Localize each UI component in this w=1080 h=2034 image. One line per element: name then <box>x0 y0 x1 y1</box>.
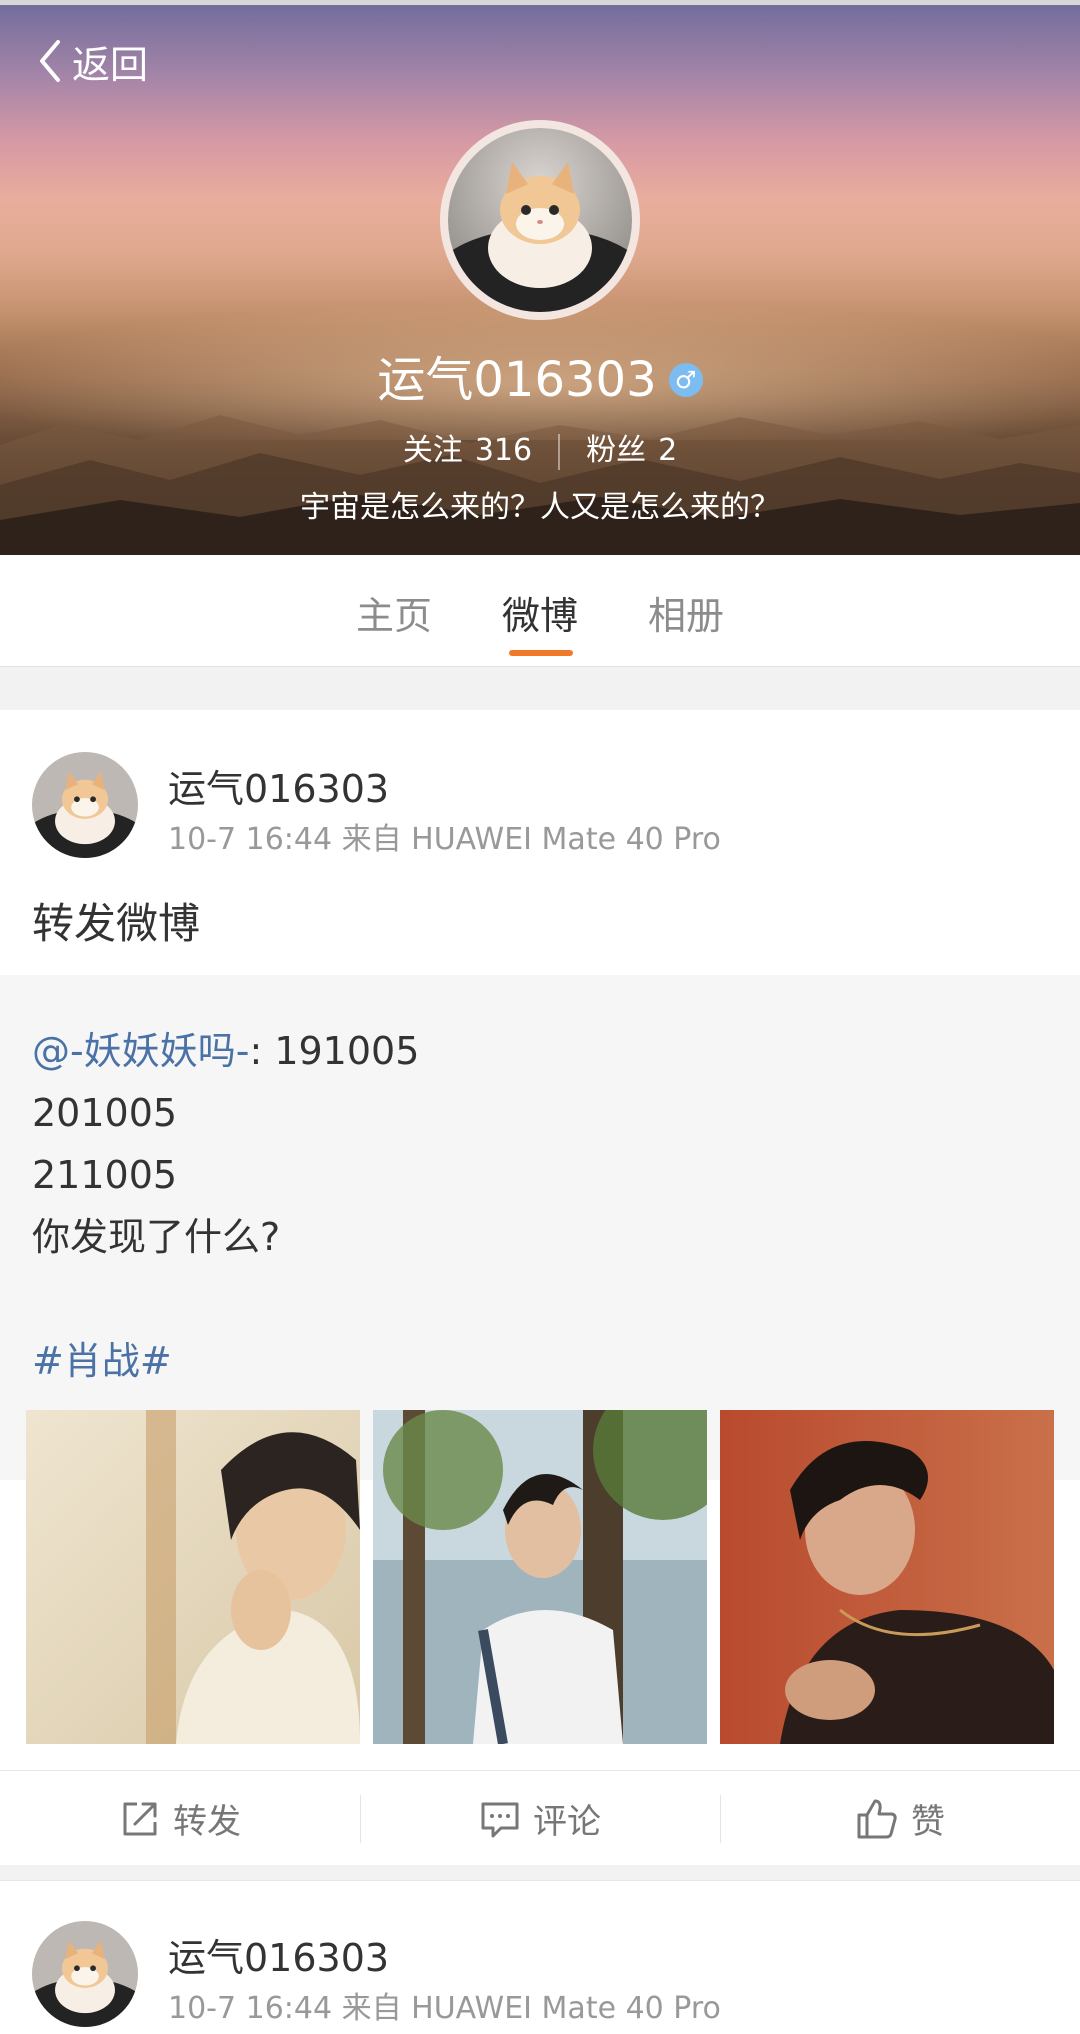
photo-person-1 <box>26 1410 360 1744</box>
comment-button[interactable]: 评论 <box>360 1771 720 1866</box>
profile-stats: 关注 316 粉丝 2 <box>0 425 1080 470</box>
chevron-left-icon <box>40 40 60 82</box>
profile-bio: 宇宙是怎么来的？人又是怎么来的？ <box>300 490 780 525</box>
like-button[interactable]: 赞 <box>720 1771 1080 1866</box>
following-label: 关注 <box>402 433 463 468</box>
status-line <box>0 0 1080 5</box>
followers-count: 2 <box>658 433 678 468</box>
mention-link[interactable]: @-妖妖妖吗- <box>32 1029 249 1073</box>
tab-home[interactable]: 主页 <box>356 585 432 640</box>
post-meta: 10-7 16:44 来自 HUAWEI Mate 40 Pro <box>168 822 721 857</box>
followers-label: 粉丝 <box>586 433 647 468</box>
repost-button[interactable]: 转发 <box>0 1771 360 1866</box>
image-thumbnail-3[interactable] <box>720 1410 1054 1744</box>
profile-avatar[interactable] <box>440 120 640 320</box>
post-actions: 转发 评论 赞 <box>0 1770 1080 1865</box>
cat-avatar-image <box>32 1921 138 2027</box>
active-tab-indicator <box>509 650 573 656</box>
image-grid <box>26 1410 1054 1744</box>
tab-album[interactable]: 相册 <box>648 585 724 640</box>
avatar[interactable] <box>32 1921 138 2027</box>
repost-line-4: 你发现了什么? <box>32 1215 281 1259</box>
back-label: 返回 <box>72 42 149 87</box>
cat-avatar-image <box>448 128 632 312</box>
feed-post[interactable]: 运气016303 10-7 16:44 来自 HUAWEI Mate 40 Pr… <box>0 1880 1080 2034</box>
comment-label: 评论 <box>533 1802 601 1842</box>
repost-line-1-rest: : 191005 <box>249 1029 420 1073</box>
photo-person-3 <box>720 1410 1054 1744</box>
profile-header: 返回 运气016303 ♂ 关注 316 粉丝 2 宇宙是怎么来的？人又是怎么来… <box>0 0 1080 555</box>
post-author[interactable]: 运气016303 <box>168 758 389 813</box>
repost-line-1: @-妖妖妖吗-: 191005 <box>32 1020 419 1082</box>
thumbs-up-icon <box>857 1799 897 1838</box>
post-text: 转发微博 <box>32 899 201 948</box>
profile-username: 运气016303 ♂ <box>0 340 1080 410</box>
repost-line-3: 211005 <box>32 1153 178 1197</box>
followers-stat[interactable]: 粉丝 2 <box>586 433 677 468</box>
share-icon <box>123 1802 157 1835</box>
back-button[interactable]: 返回 <box>36 36 149 87</box>
post-author[interactable]: 运气016303 <box>168 1927 389 1982</box>
repost-line-2: 201005 <box>32 1091 178 1135</box>
image-thumbnail-2[interactable] <box>373 1410 707 1744</box>
image-thumbnail-1[interactable] <box>26 1410 360 1744</box>
repost-label: 转发 <box>173 1802 241 1842</box>
gender-male-icon: ♂ <box>668 363 703 397</box>
repost-content[interactable]: @-妖妖妖吗-: 191005 201005 211005 你发现了什么? #肖… <box>0 975 1080 1480</box>
username-text: 运气016303 <box>377 352 657 408</box>
comment-icon <box>481 1802 519 1837</box>
tab-weibo[interactable]: 微博 <box>502 585 578 640</box>
following-count: 316 <box>474 433 533 468</box>
like-label: 赞 <box>911 1802 945 1842</box>
hashtag-link[interactable]: #肖战# <box>32 1330 172 1385</box>
cat-avatar-image <box>32 752 138 858</box>
stats-divider <box>558 433 561 470</box>
post-meta: 10-7 16:44 来自 HUAWEI Mate 40 Pro <box>168 1991 721 2026</box>
photo-person-2 <box>373 1410 707 1744</box>
avatar[interactable] <box>32 752 138 858</box>
following-stat[interactable]: 关注 316 <box>403 433 532 468</box>
